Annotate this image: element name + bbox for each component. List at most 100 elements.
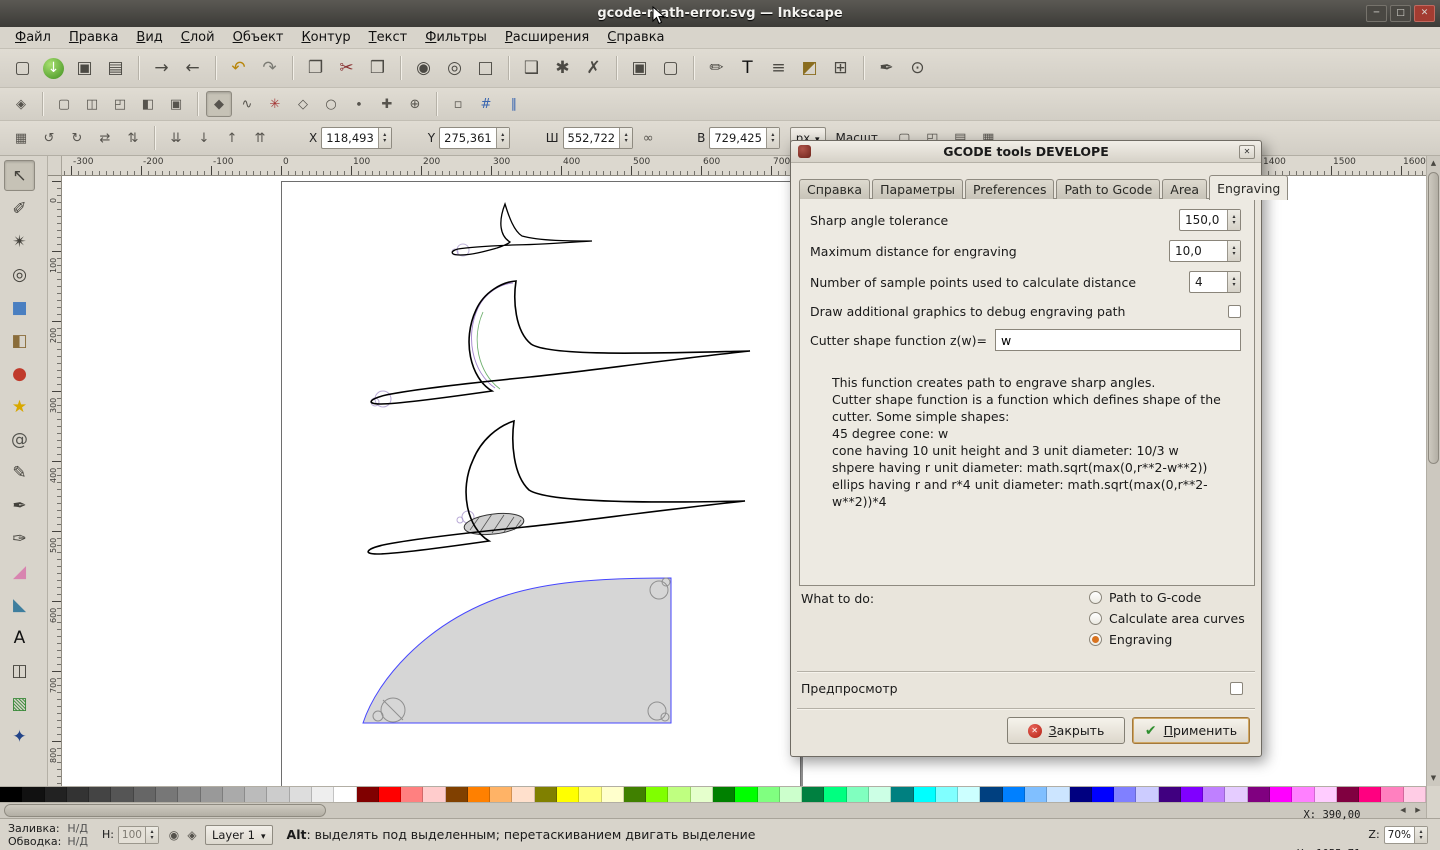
stroke-value[interactable]: Н/Д — [67, 835, 88, 848]
close-dialog-button[interactable]: Закрыть — [1007, 717, 1125, 744]
lower-one-step-button[interactable]: ↓ — [191, 125, 217, 151]
menu-text[interactable]: Текст — [360, 28, 417, 47]
palette-swatch[interactable] — [735, 787, 758, 802]
opacity-spinner[interactable]: 100 — [117, 825, 159, 844]
palette-swatch[interactable] — [1180, 787, 1204, 802]
snap-line-midpoints-button[interactable]: ∙ — [346, 91, 372, 117]
menu-object[interactable]: Объект — [224, 28, 293, 47]
palette-swatch[interactable] — [935, 787, 959, 802]
palette-swatch[interactable] — [401, 787, 424, 802]
palette-swatch[interactable] — [356, 787, 379, 802]
spinner-arrows[interactable] — [377, 128, 391, 148]
dialog-titlebar[interactable]: GCODE tools DEVELOPE — [791, 141, 1261, 163]
path-swoosh-bottom[interactable] — [367, 419, 746, 555]
scroll-up-button[interactable] — [1427, 156, 1440, 171]
palette-swatch[interactable] — [44, 787, 67, 802]
inkscape-preferences-button[interactable]: ✒ — [872, 54, 901, 83]
radio-button-path-to-gcode[interactable] — [1089, 591, 1102, 604]
snap-paths-button[interactable]: ∿ — [234, 91, 260, 117]
radio-path-to-gcode[interactable]: Path to G-code — [1089, 590, 1245, 605]
spinner-arrows[interactable] — [765, 128, 779, 148]
layer-selector[interactable]: Layer 1 — [204, 824, 273, 845]
y-spinbox[interactable]: 275,361 — [439, 127, 510, 149]
palette-swatch[interactable] — [690, 787, 713, 802]
palette-swatch[interactable] — [913, 787, 936, 802]
snap-bbox-button[interactable]: ▢ — [51, 91, 77, 117]
palette-swatch[interactable] — [846, 787, 869, 802]
new-document-button[interactable]: ▢ — [8, 54, 37, 83]
layer-visibility-toggle[interactable] — [165, 826, 183, 844]
tab-options[interactable]: Параметры — [872, 179, 963, 199]
preview-checkbox[interactable] — [1230, 682, 1243, 695]
palette-swatch[interactable] — [89, 787, 112, 802]
palette-swatch[interactable] — [779, 787, 803, 802]
xml-editor-button[interactable]: ◩ — [795, 54, 824, 83]
tool-spiral[interactable]: @ — [4, 424, 35, 455]
undo-button[interactable]: ↶ — [224, 54, 253, 83]
fill-stroke-dialog-button[interactable]: ✏ — [702, 54, 731, 83]
palette-swatch[interactable] — [1114, 787, 1137, 802]
unlink-clone-button[interactable]: ✗ — [579, 54, 608, 83]
maximize-button[interactable] — [1390, 5, 1411, 22]
path-filled-wedge[interactable] — [362, 577, 672, 724]
print-button[interactable]: ▤ — [101, 54, 130, 83]
palette-swatch[interactable] — [1203, 787, 1226, 802]
cutter-shape-input[interactable] — [995, 329, 1241, 351]
palette-swatch[interactable] — [868, 787, 892, 802]
engraving-helper-curve[interactable] — [476, 311, 501, 390]
duplicate-button[interactable]: ❑ — [517, 54, 546, 83]
tool-node-editor[interactable]: ✐ — [4, 193, 35, 224]
snap-bbox-corners-button[interactable]: ◰ — [107, 91, 133, 117]
sharp-angle-spinbox[interactable]: 150,0 — [1179, 209, 1241, 231]
snap-bbox-edges-button[interactable]: ◫ — [79, 91, 105, 117]
ungroup-button[interactable]: ▢ — [656, 54, 685, 83]
snap-cusp-nodes-button[interactable]: ◇ — [290, 91, 316, 117]
zoom-spinner[interactable]: 70% — [1383, 825, 1428, 844]
tab-area[interactable]: Area — [1162, 179, 1208, 199]
snap-path-intersections-button[interactable]: ✳ — [262, 91, 288, 117]
menu-edit[interactable]: Правка — [60, 28, 127, 47]
palette-swatch[interactable] — [378, 787, 402, 802]
palette-swatch[interactable] — [1002, 787, 1025, 802]
close-window-button[interactable] — [1414, 5, 1435, 22]
text-dialog-button[interactable]: T — [733, 54, 762, 83]
palette-swatch[interactable] — [980, 787, 1003, 802]
paste-button[interactable]: ❒ — [363, 54, 392, 83]
snap-enabled-button[interactable]: ◈ — [8, 91, 34, 117]
menu-filters[interactable]: Фильтры — [416, 28, 496, 47]
palette-swatch[interactable] — [668, 787, 691, 802]
palette-swatch[interactable] — [824, 787, 847, 802]
palette-swatch[interactable] — [267, 787, 290, 802]
snap-bbox-edge-midpoints-button[interactable]: ◧ — [135, 91, 161, 117]
vertical-scroll-thumb[interactable] — [1428, 172, 1439, 464]
align-distribute-button[interactable]: ⊞ — [826, 54, 855, 83]
find-button[interactable]: ⊙ — [903, 54, 932, 83]
palette-swatch[interactable] — [66, 787, 90, 802]
palette-swatch[interactable] — [1136, 787, 1159, 802]
snap-rotation-centers-button[interactable]: ⊕ — [402, 91, 428, 117]
palette-swatch[interactable] — [579, 787, 602, 802]
create-clone-button[interactable]: ✱ — [548, 54, 577, 83]
palette-swatch[interactable] — [200, 787, 223, 802]
tab-engraving[interactable]: Engraving — [1209, 175, 1289, 200]
palette-swatch[interactable] — [222, 787, 246, 802]
max-distance-spinbox[interactable]: 10,0 — [1169, 240, 1241, 262]
w-spinbox[interactable]: 552,722 — [562, 127, 634, 149]
minimize-button[interactable] — [1366, 5, 1387, 22]
tool-box-3d[interactable]: ◧ — [4, 325, 35, 356]
tool-eraser[interactable]: ◢ — [4, 556, 35, 587]
palette-swatch[interactable] — [1047, 787, 1070, 802]
palette-swatch[interactable] — [490, 787, 513, 802]
zoom-to-drawing-button[interactable]: ◎ — [440, 54, 469, 83]
palette-swatch[interactable] — [245, 787, 268, 802]
menu-extensions[interactable]: Расширения — [496, 28, 598, 47]
palette-swatch[interactable] — [334, 787, 357, 802]
palette-swatch[interactable] — [0, 787, 23, 802]
import-button[interactable]: → — [147, 54, 176, 83]
titlebar[interactable]: gcode-math-error.svg — Inkscape — [0, 0, 1440, 27]
tool-text[interactable]: A — [4, 622, 35, 653]
palette-swatch[interactable] — [1247, 787, 1271, 802]
radio-area[interactable]: Calculate area curves — [1089, 611, 1245, 626]
palette-swatch[interactable] — [111, 787, 134, 802]
rotate-ccw-button[interactable]: ↺ — [36, 125, 62, 151]
